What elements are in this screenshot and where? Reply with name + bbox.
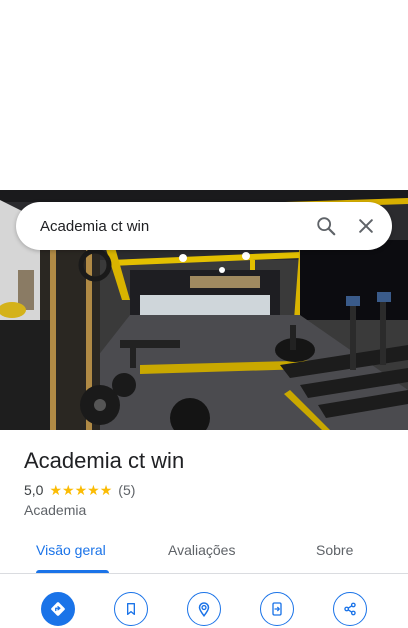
search-button[interactable] xyxy=(306,206,346,246)
directions-icon xyxy=(51,602,65,616)
share-icon xyxy=(344,602,356,616)
search-bar[interactable]: Academia ct win xyxy=(16,202,392,250)
map-blank-area xyxy=(0,0,408,190)
nearby-button[interactable] xyxy=(187,592,221,626)
review-count[interactable]: (5) xyxy=(118,482,135,498)
rating-value: 5,0 xyxy=(24,482,44,498)
action-buttons xyxy=(0,592,408,628)
search-icon xyxy=(317,217,336,236)
star-icon: ★ xyxy=(74,482,88,498)
tab-about[interactable]: Sobre xyxy=(316,542,353,558)
place-info: Academia ct win 5,0 ★ ★ ★ ★ ★ (5) Academ… xyxy=(24,448,384,518)
directions-button[interactable] xyxy=(41,592,75,626)
tab-reviews[interactable]: Avaliações xyxy=(168,542,235,558)
bookmark-icon xyxy=(127,603,135,615)
send-to-phone-button[interactable] xyxy=(260,592,294,626)
star-icon: ★ xyxy=(87,482,100,498)
rating-row[interactable]: 5,0 ★ ★ ★ ★ ★ (5) xyxy=(24,482,384,498)
search-input[interactable]: Academia ct win xyxy=(40,218,306,235)
tab-overview[interactable]: Visão geral xyxy=(36,542,106,558)
share-button[interactable] xyxy=(333,592,367,626)
nearby-icon xyxy=(198,602,210,617)
star-icon: ★ xyxy=(49,482,63,498)
active-tab-indicator xyxy=(36,570,109,573)
star-icon: ★ xyxy=(99,482,113,498)
star-rating: ★ ★ ★ ★ ★ xyxy=(49,483,112,497)
clear-search-button[interactable] xyxy=(346,206,386,246)
save-button[interactable] xyxy=(114,592,148,626)
send-to-phone-icon xyxy=(272,602,282,616)
star-icon: ★ xyxy=(62,482,75,498)
place-title: Academia ct win xyxy=(24,448,185,473)
close-icon xyxy=(359,219,373,233)
place-tabs: Visão geral Avaliações Sobre xyxy=(0,532,408,574)
place-category[interactable]: Academia xyxy=(24,502,384,518)
